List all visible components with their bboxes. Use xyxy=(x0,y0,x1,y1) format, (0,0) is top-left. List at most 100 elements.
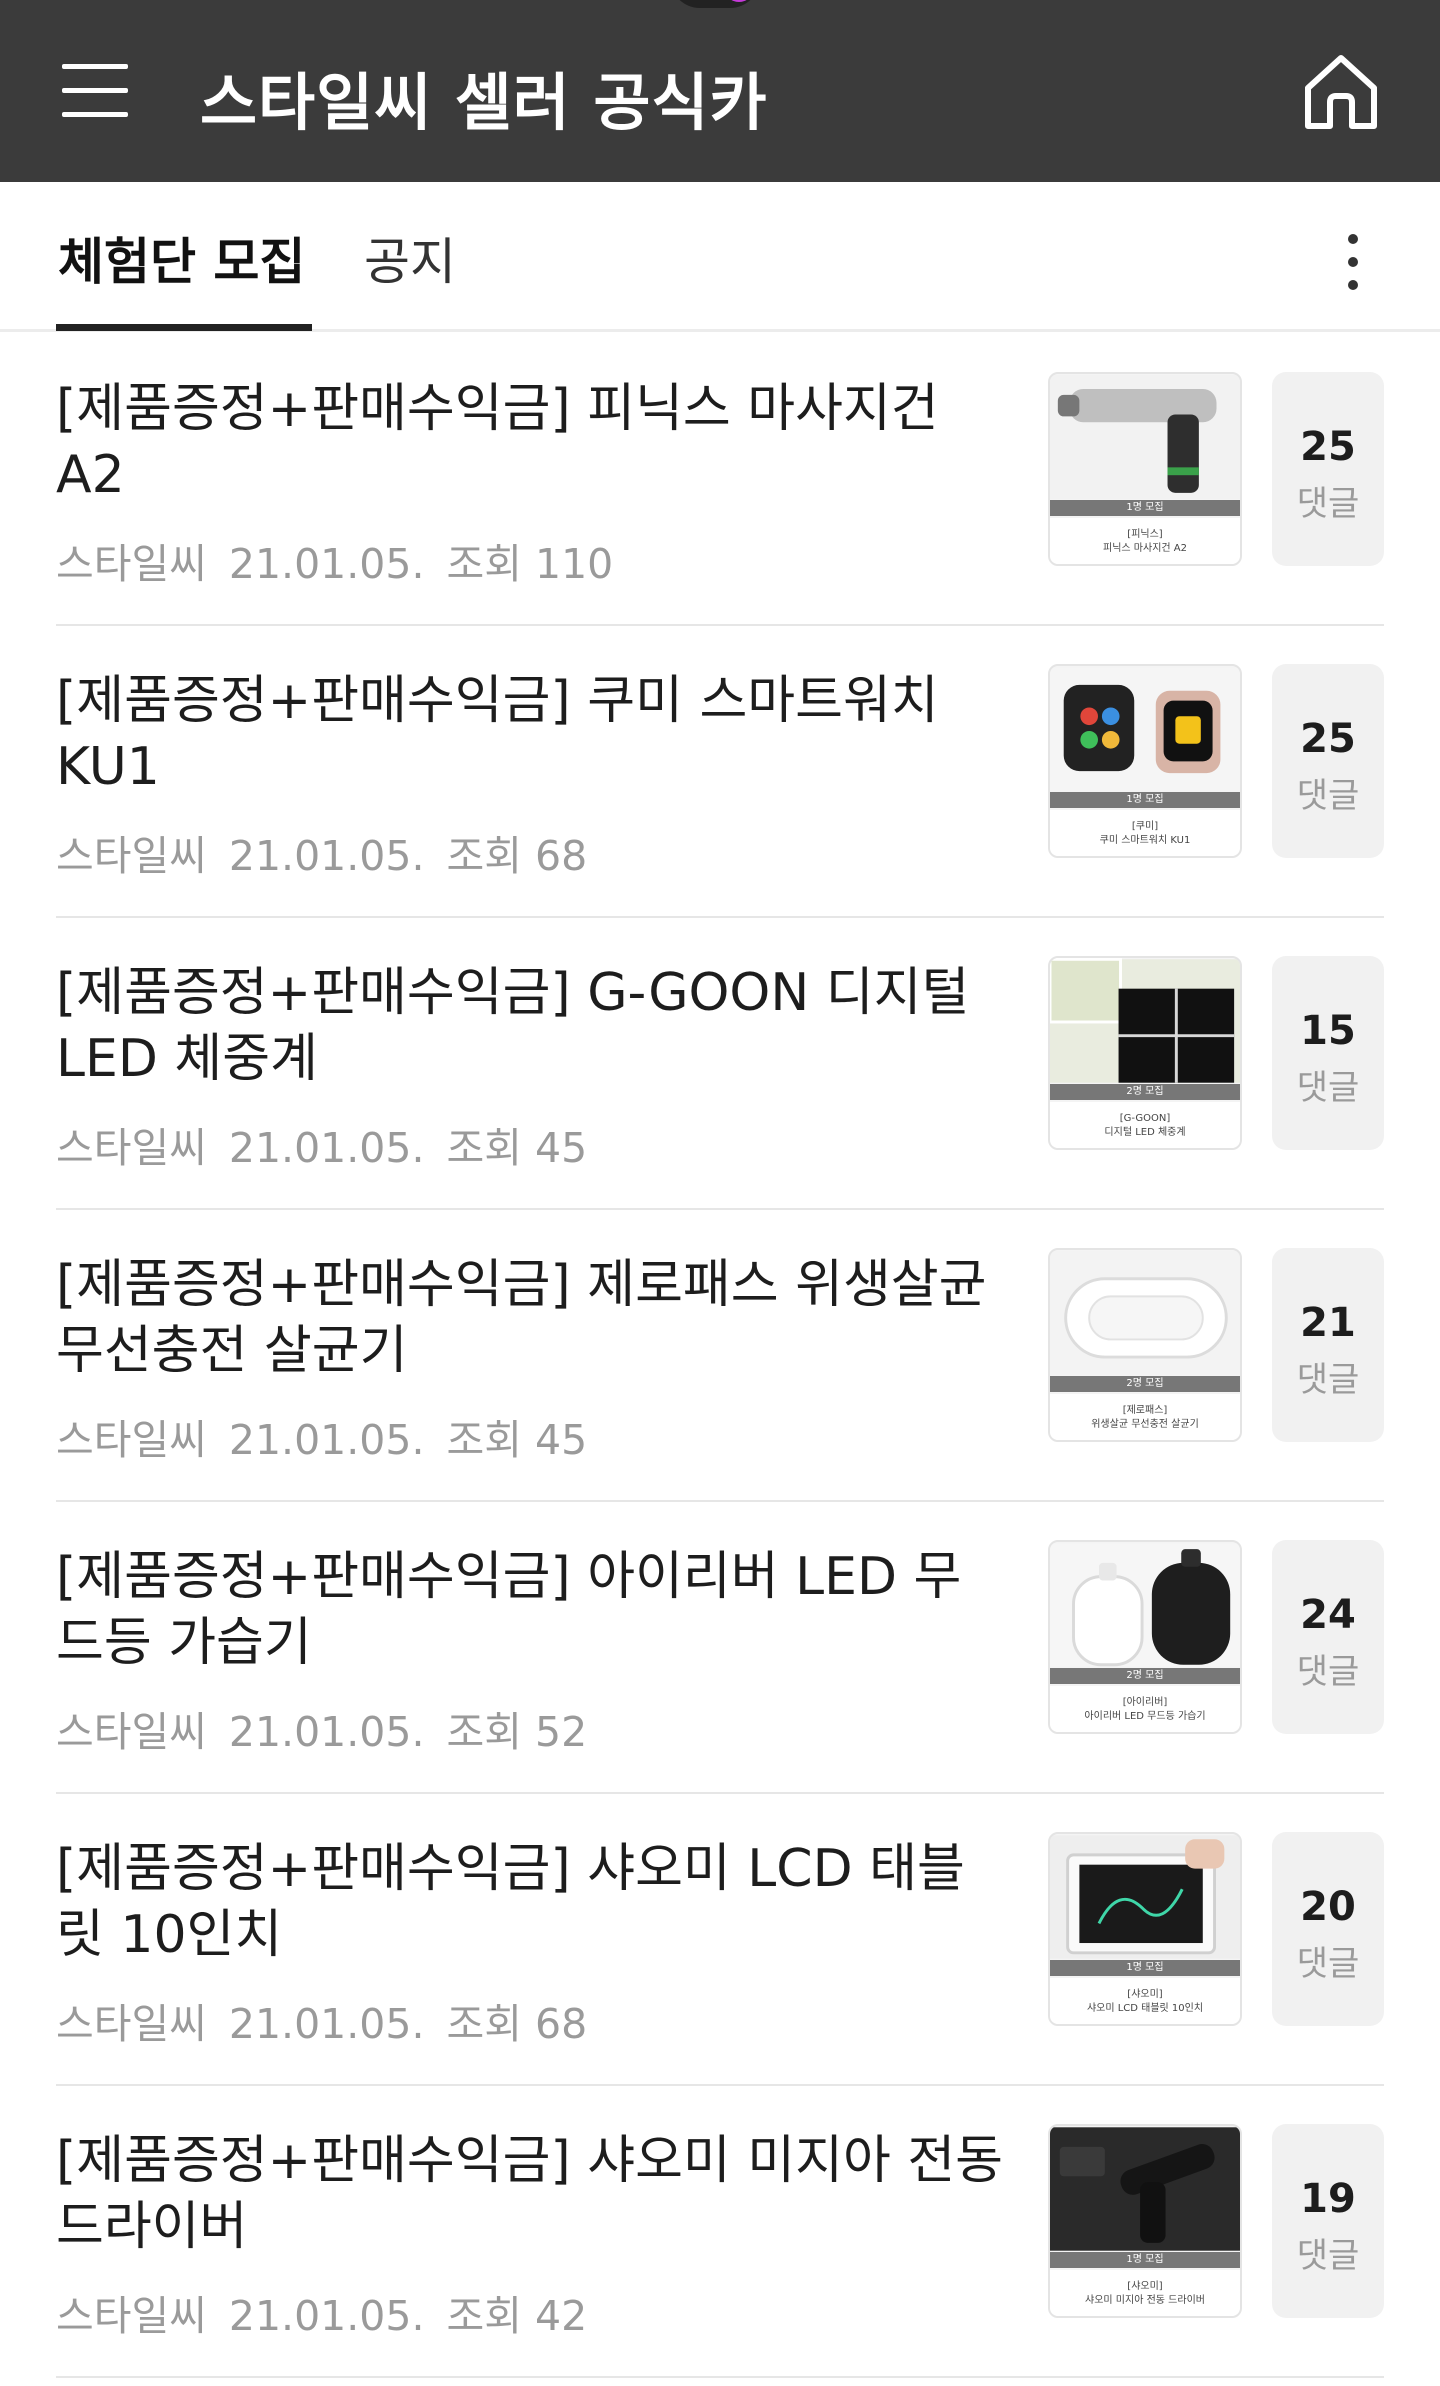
comment-count-badge[interactable]: 20 댓글 xyxy=(1272,1832,1384,2026)
thumbnail-band: 1명 모집 xyxy=(1050,792,1240,808)
menu-icon[interactable] xyxy=(56,58,136,122)
thumbnail-band: 2명 모집 xyxy=(1050,1376,1240,1392)
post-views: 조회 110 xyxy=(446,540,614,588)
thumbnail-band: 2명 모집 xyxy=(1050,1668,1240,1684)
post-author: 스타일씨 xyxy=(56,2000,207,2048)
post-thumbnail[interactable]: 1명 모집 [샤오미] 샤오미 미지아 전동 드라이버 xyxy=(1048,2124,1242,2318)
post-views: 조회 45 xyxy=(446,1416,588,1464)
comment-count-badge[interactable]: 24 댓글 xyxy=(1272,1540,1384,1734)
post-views: 조회 42 xyxy=(446,2292,588,2340)
thumbnail-band: 2명 모집 xyxy=(1050,1084,1240,1100)
post-title[interactable]: [제품증정+판매수익금] 제로패스 위생살균 무선충전 살균기 xyxy=(56,1252,1006,1384)
comment-label: 댓글 xyxy=(1296,1360,1360,1400)
massage-gun-image xyxy=(1050,375,1240,499)
cafe-title[interactable]: 스타일씨 셀러 공식카 xyxy=(200,52,768,142)
post-date: 21.01.05. xyxy=(228,540,425,588)
humidifier-image xyxy=(1050,1543,1240,1667)
post-title[interactable]: [제품증정+판매수익금] 피닉스 마사지건 A2 xyxy=(56,376,1006,508)
post-item[interactable]: [제품증정+판매수익금] 제로패스 위생살균 무선충전 살균기 스타일씨 21.0… xyxy=(0,1210,1440,1502)
post-item[interactable]: [제품증정+판매수익금] 샤오미 LCD 태블릿 10인치 스타일씨 21.01.… xyxy=(0,1794,1440,2086)
comment-count-badge[interactable]: 19 댓글 xyxy=(1272,2124,1384,2318)
post-list: [제품증정+판매수익금] 피닉스 마사지건 A2 스타일씨 21.01.05. 조회… xyxy=(0,334,1440,2378)
post-thumbnail[interactable]: 2명 모집 [G-GOON] 디지털 LED 체중계 xyxy=(1048,956,1242,1150)
comment-label: 댓글 xyxy=(1296,2236,1360,2276)
post-meta: 스타일씨 21.01.05. 조회 52 xyxy=(56,1698,609,1758)
post-meta: 스타일씨 21.01.05. 조회 68 xyxy=(56,1990,609,2050)
post-meta: 스타일씨 21.01.05. 조회 45 xyxy=(56,1406,609,1466)
home-icon[interactable] xyxy=(1300,50,1382,132)
post-thumbnail[interactable]: 1명 모집 [피닉스] 피닉스 마사지건 A2 xyxy=(1048,372,1242,566)
comment-count: 25 xyxy=(1300,716,1356,762)
post-date: 21.01.05. xyxy=(228,832,425,880)
post-item[interactable]: [제품증정+판매수익금] 샤오미 미지아 전동 드라이버 스타일씨 21.01.0… xyxy=(0,2086,1440,2378)
post-thumbnail[interactable]: 1명 모집 [샤오미] 샤오미 LCD 태블릿 10인치 xyxy=(1048,1832,1242,2026)
comment-label: 댓글 xyxy=(1296,1068,1360,1108)
thumbnail-caption: [아이리버] 아이리버 LED 무드등 가습기 xyxy=(1050,1686,1240,1732)
post-meta: 스타일씨 21.01.05. 조회 68 xyxy=(56,822,609,882)
post-item[interactable]: [제품증정+판매수익금] 피닉스 마사지건 A2 스타일씨 21.01.05. 조회… xyxy=(0,334,1440,626)
thumbnail-caption: [샤오미] 샤오미 미지아 전동 드라이버 xyxy=(1050,2270,1240,2316)
post-title[interactable]: [제품증정+판매수익금] 샤오미 미지아 전동 드라이버 xyxy=(56,2128,1006,2260)
app-logo-fragment xyxy=(670,0,760,8)
post-thumbnail[interactable]: 2명 모집 [제로패스] 위생살균 무선충전 살균기 xyxy=(1048,1248,1242,1442)
thumbnail-band: 1명 모집 xyxy=(1050,1960,1240,1976)
comment-count: 20 xyxy=(1300,1884,1356,1930)
sterilizer-image xyxy=(1050,1251,1240,1375)
post-meta: 스타일씨 21.01.05. 조회 110 xyxy=(56,530,635,590)
post-views: 조회 68 xyxy=(446,2000,588,2048)
thumbnail-band: 1명 모집 xyxy=(1050,2252,1240,2268)
comment-count-badge[interactable]: 25 댓글 xyxy=(1272,664,1384,858)
comment-count-badge[interactable]: 25 댓글 xyxy=(1272,372,1384,566)
post-item[interactable]: [제품증정+판매수익금] 아이리버 LED 무드등 가습기 스타일씨 21.01.… xyxy=(0,1502,1440,1794)
smartwatch-image xyxy=(1050,667,1240,791)
post-title[interactable]: [제품증정+판매수익금] 쿠미 스마트워치 KU1 xyxy=(56,668,1006,800)
post-thumbnail[interactable]: 1명 모집 [쿠미] 쿠미 스마트워치 KU1 xyxy=(1048,664,1242,858)
comment-count: 24 xyxy=(1300,1592,1356,1638)
post-title[interactable]: [제품증정+판매수익금] 샤오미 LCD 태블릿 10인치 xyxy=(56,1836,1006,1968)
active-tab-indicator xyxy=(56,324,312,331)
tab-experience-recruit[interactable]: 체험단 모집 xyxy=(58,222,305,294)
comment-count: 15 xyxy=(1300,1008,1356,1054)
post-title[interactable]: [제품증정+판매수익금] 아이리버 LED 무드등 가습기 xyxy=(56,1544,1006,1676)
lcd-tablet-image xyxy=(1050,1835,1240,1959)
electric-screwdriver-image xyxy=(1050,2127,1240,2251)
thumbnail-caption: [제로패스] 위생살균 무선충전 살균기 xyxy=(1050,1394,1240,1440)
post-date: 21.01.05. xyxy=(228,1416,425,1464)
post-date: 21.01.05. xyxy=(228,1124,425,1172)
comment-count: 21 xyxy=(1300,1300,1356,1346)
thumbnail-caption: [G-GOON] 디지털 LED 체중계 xyxy=(1050,1102,1240,1148)
post-meta: 스타일씨 21.01.05. 조회 45 xyxy=(56,1114,609,1174)
app-bar: 스타일씨 셀러 공식카 xyxy=(0,0,1440,182)
scale-image xyxy=(1050,958,1240,1083)
post-item[interactable]: [제품증정+판매수익금] G-GOON 디지털 LED 체중계 스타일씨 21.0… xyxy=(0,918,1440,1210)
post-date: 21.01.05. xyxy=(228,1708,425,1756)
post-date: 21.01.05. xyxy=(228,2000,425,2048)
post-author: 스타일씨 xyxy=(56,540,207,588)
comment-label: 댓글 xyxy=(1296,1652,1360,1692)
post-meta: 스타일씨 21.01.05. 조회 42 xyxy=(56,2282,609,2342)
more-options-icon[interactable] xyxy=(1330,228,1376,294)
thumbnail-caption: [쿠미] 쿠미 스마트워치 KU1 xyxy=(1050,810,1240,856)
comment-count: 25 xyxy=(1300,424,1356,470)
post-item[interactable]: [제품증정+판매수익금] 쿠미 스마트워치 KU1 스타일씨 21.01.05. 조… xyxy=(0,626,1440,918)
post-author: 스타일씨 xyxy=(56,832,207,880)
post-thumbnail[interactable]: 2명 모집 [아이리버] 아이리버 LED 무드등 가습기 xyxy=(1048,1540,1242,1734)
post-views: 조회 68 xyxy=(446,832,588,880)
post-title[interactable]: [제품증정+판매수익금] G-GOON 디지털 LED 체중계 xyxy=(56,960,1006,1092)
post-views: 조회 45 xyxy=(446,1124,588,1172)
thumbnail-caption: [피닉스] 피닉스 마사지건 A2 xyxy=(1050,518,1240,564)
thumbnail-caption: [샤오미] 샤오미 LCD 태블릿 10인치 xyxy=(1050,1978,1240,2024)
thumbnail-band: 1명 모집 xyxy=(1050,500,1240,516)
comment-count-badge[interactable]: 15 댓글 xyxy=(1272,956,1384,1150)
comment-count-badge[interactable]: 21 댓글 xyxy=(1272,1248,1384,1442)
post-date: 21.01.05. xyxy=(228,2292,425,2340)
comment-label: 댓글 xyxy=(1296,776,1360,816)
post-author: 스타일씨 xyxy=(56,1416,207,1464)
tab-notice[interactable]: 공지 xyxy=(364,222,456,294)
post-views: 조회 52 xyxy=(446,1708,588,1756)
post-author: 스타일씨 xyxy=(56,1124,207,1172)
post-author: 스타일씨 xyxy=(56,1708,207,1756)
comment-count: 19 xyxy=(1300,2176,1356,2222)
board-tabs: 체험단 모집 공지 xyxy=(0,182,1440,332)
comment-label: 댓글 xyxy=(1296,1944,1360,1984)
